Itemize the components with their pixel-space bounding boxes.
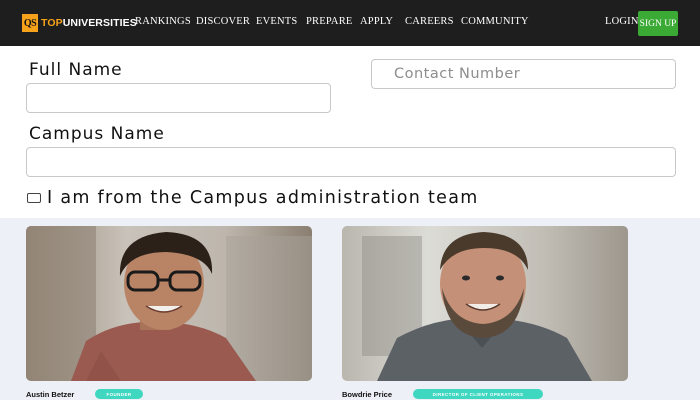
campus-name-input[interactable] <box>26 147 676 177</box>
full-name-input[interactable] <box>26 83 331 113</box>
nav-link-prepare[interactable]: PREPARE <box>306 16 353 27</box>
login-link[interactable]: LOGIN <box>605 16 639 27</box>
portrait-image-2 <box>342 226 628 381</box>
full-name-label: Full Name <box>29 60 123 80</box>
team-member-role-badge: FOUNDER <box>95 389 143 399</box>
nav-link-discover[interactable]: DISCOVER <box>196 16 250 27</box>
logo-text-top: TOP <box>41 17 63 29</box>
contact-number-input[interactable] <box>371 59 676 89</box>
portrait-image-1 <box>26 226 312 381</box>
nav-link-careers[interactable]: CAREERS <box>405 16 454 27</box>
admin-checkbox-row[interactable]: I am from the Campus administration team <box>27 188 479 208</box>
logo-text-universities: UNIVERSITIES <box>62 17 137 29</box>
team-member-name: Bowdrie Price <box>342 390 393 399</box>
team-photo-1 <box>26 226 312 381</box>
team-photo-2 <box>342 226 628 381</box>
nav-link-events[interactable]: EVENTS <box>256 16 297 27</box>
top-navbar: QS TOPUNIVERSITIES RANKINGS DISCOVER EVE… <box>0 0 700 46</box>
qs-logo-mark: QS <box>22 14 38 32</box>
campus-name-label: Campus Name <box>29 124 165 144</box>
qs-logo-text: TOPUNIVERSITIES <box>41 17 137 29</box>
admin-checkbox-label[interactable]: I am from the Campus administration team <box>47 188 479 208</box>
team-member-name: Austin Betzer <box>26 390 75 399</box>
qs-logo[interactable]: QS TOPUNIVERSITIES <box>22 11 137 35</box>
nav-link-community[interactable]: COMMUNITY <box>461 16 529 27</box>
nav-link-rankings[interactable]: RANKINGS <box>135 16 191 27</box>
signup-button[interactable]: SIGN UP <box>638 11 678 36</box>
team-member-role-badge: DIRECTOR OF CLIENT OPERATIONS <box>413 389 543 399</box>
nav-link-apply[interactable]: APPLY <box>360 16 393 27</box>
admin-checkbox[interactable] <box>27 193 41 203</box>
